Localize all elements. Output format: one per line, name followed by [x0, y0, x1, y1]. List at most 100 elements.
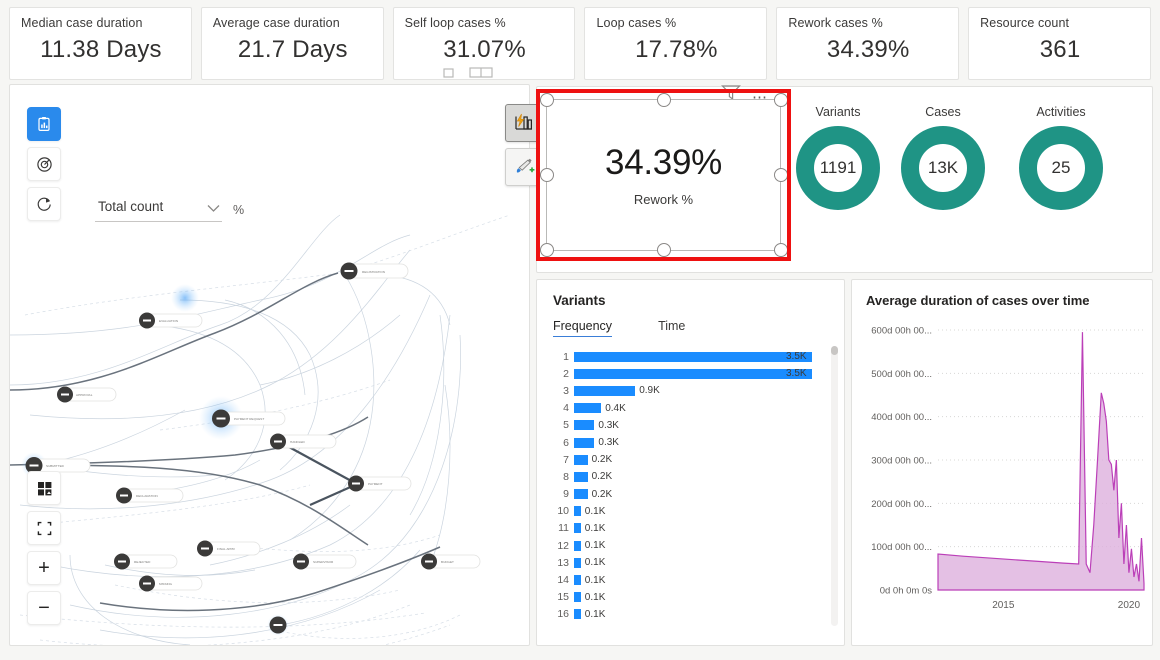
variant-bar[interactable] — [574, 454, 588, 465]
resize-handle-middle-left[interactable] — [540, 168, 554, 182]
variant-bar-row[interactable]: 15 0.1K — [548, 589, 832, 606]
kpi-value: 17.78% — [635, 36, 718, 63]
kpi-card-resource-count[interactable]: Resource count 361 — [968, 7, 1151, 80]
x-axis-tick-label: 2015 — [992, 600, 1015, 611]
donut-variants[interactable]: Variants 1191 — [793, 105, 883, 213]
area-series[interactable] — [937, 332, 1145, 591]
variants-panel-title: Variants — [553, 293, 606, 308]
variant-bar-row[interactable]: 4 0.4K — [548, 400, 832, 417]
variant-bar-value: 3.5K — [786, 351, 807, 363]
variant-bar-row[interactable]: 11 0.1K — [548, 520, 832, 537]
tab-time[interactable]: Time — [658, 319, 685, 337]
variant-bar-value: 0.3K — [598, 437, 619, 449]
kpi-title: Resource count — [980, 16, 1070, 30]
y-axis-tick-label: 0d 0h 0m 0s — [880, 586, 933, 597]
rework-card-label: Rework % — [633, 192, 694, 207]
svg-text:SUPERVISOR: SUPERVISOR — [313, 560, 334, 564]
variant-index: 1 — [563, 350, 569, 363]
donut-value: 1191 — [819, 158, 857, 177]
target-icon-button[interactable] — [27, 147, 61, 181]
svg-text:HANDLED: HANDLED — [290, 440, 306, 444]
variant-bar[interactable] — [574, 523, 581, 534]
resize-handle-bottom-right[interactable] — [774, 243, 788, 257]
kpi-title: Loop cases % — [596, 16, 677, 30]
zoom-out-button[interactable]: − — [27, 591, 61, 625]
variant-bar[interactable] — [574, 437, 595, 448]
variant-bar[interactable] — [574, 403, 602, 414]
variants-scrollbar-thumb[interactable] — [831, 346, 838, 355]
variant-bar[interactable] — [574, 420, 595, 431]
svg-text:SUBMITTED: SUBMITTED — [46, 464, 65, 468]
variant-bar[interactable] — [574, 385, 636, 396]
donut-value: 25 — [1051, 158, 1071, 177]
variants-scrollbar[interactable] — [831, 346, 838, 626]
donut-cases[interactable]: Cases 13K — [898, 105, 988, 213]
filter-funnel-icon[interactable] — [721, 84, 741, 100]
variant-bar-row[interactable]: 10 0.1K — [548, 503, 832, 520]
variant-bar-row[interactable]: 16 0.1K — [548, 606, 832, 623]
rework-percentage-card[interactable]: 34.39% Rework % — [546, 99, 781, 251]
kpi-card-rework-cases[interactable]: Rework cases % 34.39% — [776, 7, 960, 80]
variant-index: 4 — [563, 402, 569, 415]
fit-to-screen-icon-button[interactable] — [27, 511, 61, 545]
resize-handle-top-center[interactable] — [657, 93, 671, 107]
variant-bar-row[interactable]: 12 0.1K — [548, 537, 832, 554]
variant-bar[interactable] — [574, 609, 581, 620]
resize-handle-top-left[interactable] — [540, 93, 554, 107]
variant-index: 8 — [563, 470, 569, 483]
variant-index: 6 — [563, 436, 569, 449]
variant-bar-row[interactable]: 14 0.1K — [548, 571, 832, 588]
variants-bar-list[interactable]: 1 3.5K 2 3.5K 3 0.9K 4 0.4K 5 0.3K 6 0.3K 7 0.2K 8 0.2K… — [548, 348, 832, 623]
y-axis-tick-label: 500d 00h 00... — [871, 369, 932, 380]
variant-bar-row[interactable]: 3 0.9K — [548, 382, 832, 399]
kpi-card-loop-cases[interactable]: Loop cases % 17.78% — [584, 7, 768, 80]
donut-title: Cases — [925, 105, 961, 119]
variant-bar[interactable] — [574, 506, 581, 517]
zoom-in-button[interactable]: + — [27, 551, 61, 585]
refresh-icon-button[interactable] — [27, 187, 61, 221]
partial-toolbar-glyphs — [443, 67, 493, 78]
variant-bar-row[interactable]: 6 0.3K — [548, 434, 832, 451]
donut-activities[interactable]: Activities 25 — [1016, 105, 1106, 213]
stats-clipboard-icon-button[interactable] — [27, 107, 61, 141]
variant-bar[interactable] — [574, 575, 581, 586]
resize-handle-middle-right[interactable] — [774, 168, 788, 182]
variant-bar[interactable] — [574, 557, 581, 568]
variant-bar[interactable] — [574, 489, 588, 500]
y-axis-tick-label: 100d 00h 00... — [871, 542, 932, 553]
svg-text:DECLARATION: DECLARATION — [136, 494, 158, 498]
kpi-value: 34.39% — [826, 36, 910, 63]
variant-bar-row[interactable]: 2 3.5K — [548, 365, 832, 382]
variant-bar[interactable] — [574, 540, 581, 551]
resize-handle-bottom-left[interactable] — [540, 243, 554, 257]
variant-bar-row[interactable]: 8 0.2K — [548, 468, 832, 485]
variant-bar[interactable] — [574, 592, 581, 603]
svg-text:REGISTRATION: REGISTRATION — [362, 270, 385, 274]
tab-frequency[interactable]: Frequency — [553, 319, 613, 337]
resize-handle-top-right[interactable] — [774, 93, 788, 107]
variant-bar-value: 0.9K — [639, 385, 660, 397]
layout-grid-icon-button[interactable] — [27, 471, 61, 505]
variant-bar-row[interactable]: 5 0.3K — [548, 417, 832, 434]
variant-bar-value: 0.1K — [584, 608, 606, 620]
duration-area-chart[interactable]: 0d 0h 0m 0s 100d 00h 00... 200d 00h 00... 3… — [852, 318, 1152, 638]
variant-bar-row[interactable]: 1 3.5K — [548, 348, 832, 365]
variant-bar-row[interactable]: 13 0.1K — [548, 554, 832, 571]
y-axis-tick-label: 600d 00h 00... — [871, 326, 932, 337]
variant-bar[interactable] — [574, 471, 588, 482]
process-map-graph[interactable]: REGISTRATION EVALUATION APPROVAL DECLARA… — [10, 85, 529, 645]
kpi-title: Median case duration — [21, 16, 143, 30]
variant-bar-row[interactable]: 7 0.2K — [548, 451, 832, 468]
variant-index: 14 — [557, 574, 569, 587]
variant-index: 11 — [558, 522, 569, 535]
variant-bar[interactable] — [574, 368, 812, 379]
kpi-card-median-case-duration[interactable]: Median case duration 11.38 Days — [9, 7, 192, 80]
variant-bar-row[interactable]: 9 0.2K — [548, 486, 832, 503]
process-map-panel[interactable]: REGISTRATION EVALUATION APPROVAL DECLARA… — [9, 84, 530, 646]
svg-text:REJECTED: REJECTED — [134, 560, 151, 564]
resize-handle-bottom-center[interactable] — [657, 243, 671, 257]
variant-index: 13 — [557, 556, 569, 569]
kpi-card-average-case-duration[interactable]: Average case duration 21.7 Days — [200, 7, 384, 80]
variant-bar[interactable] — [574, 351, 812, 362]
metric-dropdown[interactable]: Total count — [95, 197, 222, 222]
